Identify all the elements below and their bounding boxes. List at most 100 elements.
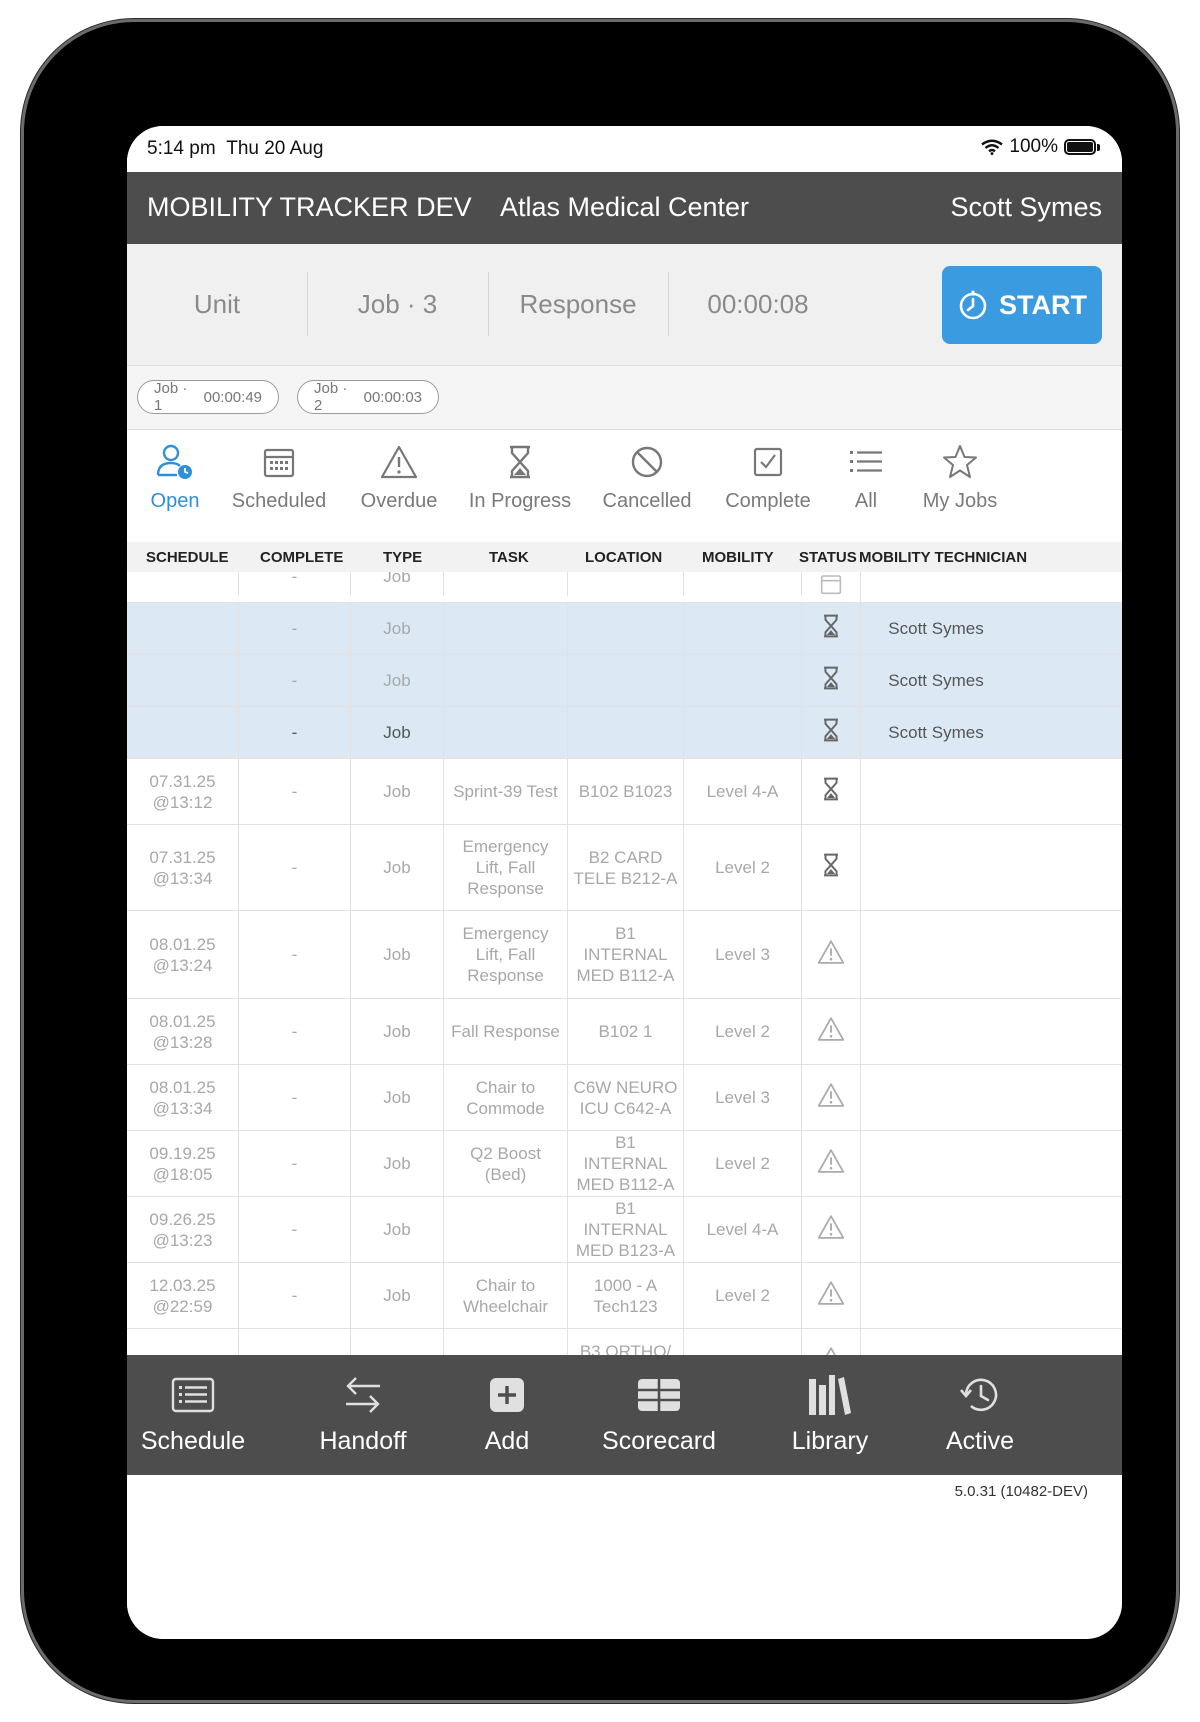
status-cell [802,707,861,758]
task-cell: Chair to Wheelchair [444,1263,568,1328]
status-cell [802,1197,861,1262]
table-row[interactable]: 08.01.25 @13:24- Job Emergency Lift, Fall … [127,911,1122,999]
complete-cell: - [239,603,351,654]
location-cell [568,707,684,758]
history-icon [960,1378,998,1412]
type-cell: Job [351,825,444,910]
mobility-cell: Level 3 [684,911,802,998]
table-row[interactable]: 09.19.25 @18:05- Job Q2 Boost (Bed) B1 INTE… [127,1131,1122,1197]
table-row[interactable]: 07.31.25 @13:12- Job Sprint-39 Test B102 B1… [127,759,1122,825]
tech-cell: Scott Symes [888,723,984,742]
type-cell: Job [351,707,444,758]
column-header[interactable]: TASK [489,549,529,566]
tab-complete[interactable]: Complete [716,440,820,536]
task-cell: Emergency Lift, Fall Response [444,911,568,998]
tech-cell [861,1065,1122,1130]
complete-cell: - [239,655,351,706]
user-name[interactable]: Scott Symes [950,192,1102,223]
tab-open[interactable]: Open [142,440,208,536]
schedule-cell: 07.31.25 @13:12 [127,759,239,824]
status-cell [802,911,861,998]
tab-all[interactable]: All [835,440,897,536]
table-row[interactable]: 08.01.25 @13:34- Job Chair to Commode C6W N… [127,1065,1122,1131]
tab-in-progress[interactable]: In Progress [460,440,580,536]
mobility-cell: Level 2 [684,1329,802,1355]
task-cell [444,572,568,596]
tech-cell: Scott Symes [888,619,984,638]
active-timers: Job · 1 00:00:49 Job · 2 00:00:03 [127,366,1122,430]
star-icon [943,445,977,478]
complete-cell: - [239,999,351,1064]
location-cell: B102 B1023 [568,759,684,824]
complete-cell: - [239,911,351,998]
table-row[interactable]: 06.16.26-JobChair to BedB3 ORTHO/ ORTHOS… [127,1329,1122,1355]
table-row[interactable]: - Job Scott Symes [127,707,1122,759]
table-row[interactable]: - Job Scott Symes [127,655,1122,707]
plus-square-icon [490,1378,524,1412]
hourglass-icon [510,445,530,479]
elapsed-timer: 00:00:08 [707,288,809,319]
column-header[interactable]: COMPLETE [260,549,343,566]
status-cell [802,759,861,824]
type-cell: Job [351,911,444,998]
schedule-cell: 08.01.25 @13:28 [127,999,239,1064]
complete-cell: - [239,759,351,824]
task-cell [444,655,568,706]
tab-my-jobs[interactable]: My Jobs [909,440,1011,536]
column-header[interactable]: SCHEDULE [146,549,229,566]
tech-cell [861,1263,1122,1328]
nav-active[interactable]: Active [927,1369,1033,1456]
schedule-cell [127,707,239,758]
column-header[interactable]: LOCATION [585,549,662,566]
nav-schedule[interactable]: Schedule [137,1369,249,1456]
tab-cancelled[interactable]: Cancelled [590,440,704,536]
mobility-cell [684,655,802,706]
tab-overdue[interactable]: Overdue [352,440,446,536]
column-header[interactable]: MOBILITY [702,549,774,566]
mobility-cell [684,707,802,758]
hourglass-icon [822,613,840,644]
tablet-frame: 5:14 pm Thu 20 Aug 100% MOBILITY TRACKER… [24,22,1176,1700]
nav-handoff[interactable]: Handoff [307,1369,419,1456]
location-cell: B1 INTERNAL MED B123-A [568,1197,684,1262]
version-label: 5.0.31 (10482-DEV) [954,1483,1088,1500]
column-header[interactable]: MOBILITY TECHNICIAN [859,549,1027,566]
status-cell [802,825,861,910]
column-header[interactable]: TYPE [383,549,422,566]
table-header: SCHEDULE COMPLETE TYPE TASK LOCATION MOB… [127,542,1122,572]
start-button[interactable]: START [942,266,1102,344]
mobility-cell: Level 2 [684,999,802,1064]
timer-pill[interactable]: Job · 1 00:00:49 [137,380,279,414]
timer-pill[interactable]: Job · 2 00:00:03 [297,380,439,414]
schedule-cell: 08.01.25 @13:24 [127,911,239,998]
tech-cell [861,911,1122,998]
complete-cell: - [239,1329,351,1355]
user-clock-icon [156,444,192,479]
task-cell [444,603,568,654]
mobility-cell: Level 2 [684,825,802,910]
table-row[interactable]: - Job [127,572,1122,603]
complete-cell: - [239,1263,351,1328]
nav-add[interactable]: Add [457,1369,557,1456]
table-row[interactable]: - Job Scott Symes [127,603,1122,655]
table-row[interactable]: 12.03.25 @22:59- Job Chair to Wheelchair 10… [127,1263,1122,1329]
tech-cell [861,1131,1122,1196]
table-row[interactable]: 09.26.25 @13:23- Job B1 INTERNAL MED B123-… [127,1197,1122,1263]
nav-scorecard[interactable]: Scorecard [589,1369,729,1456]
warning-icon [817,1280,845,1311]
mobility-cell: Level 3 [684,1065,802,1130]
type-cell: Job [351,655,444,706]
tab-scheduled[interactable]: Scheduled [227,440,331,536]
location-cell: 1000 - A Tech123 [568,1263,684,1328]
nav-library[interactable]: Library [777,1369,883,1456]
warning-icon [817,939,845,970]
location-cell: B1 INTERNAL MED B112-A [568,1131,684,1196]
bottom-nav: Schedule Handoff Add Scorecard Library A… [127,1355,1122,1475]
type-cell: Job [351,1263,444,1328]
column-header[interactable]: STATUS [799,549,857,566]
status-cell [802,655,861,706]
table-row[interactable]: 08.01.25 @13:28- Job Fall Response B102 1 Le… [127,999,1122,1065]
table-row[interactable]: 07.31.25 @13:34- Job Emergency Lift, Fall … [127,825,1122,911]
tech-cell: Scott Symes [888,671,984,690]
type-cell: Job [351,1197,444,1262]
